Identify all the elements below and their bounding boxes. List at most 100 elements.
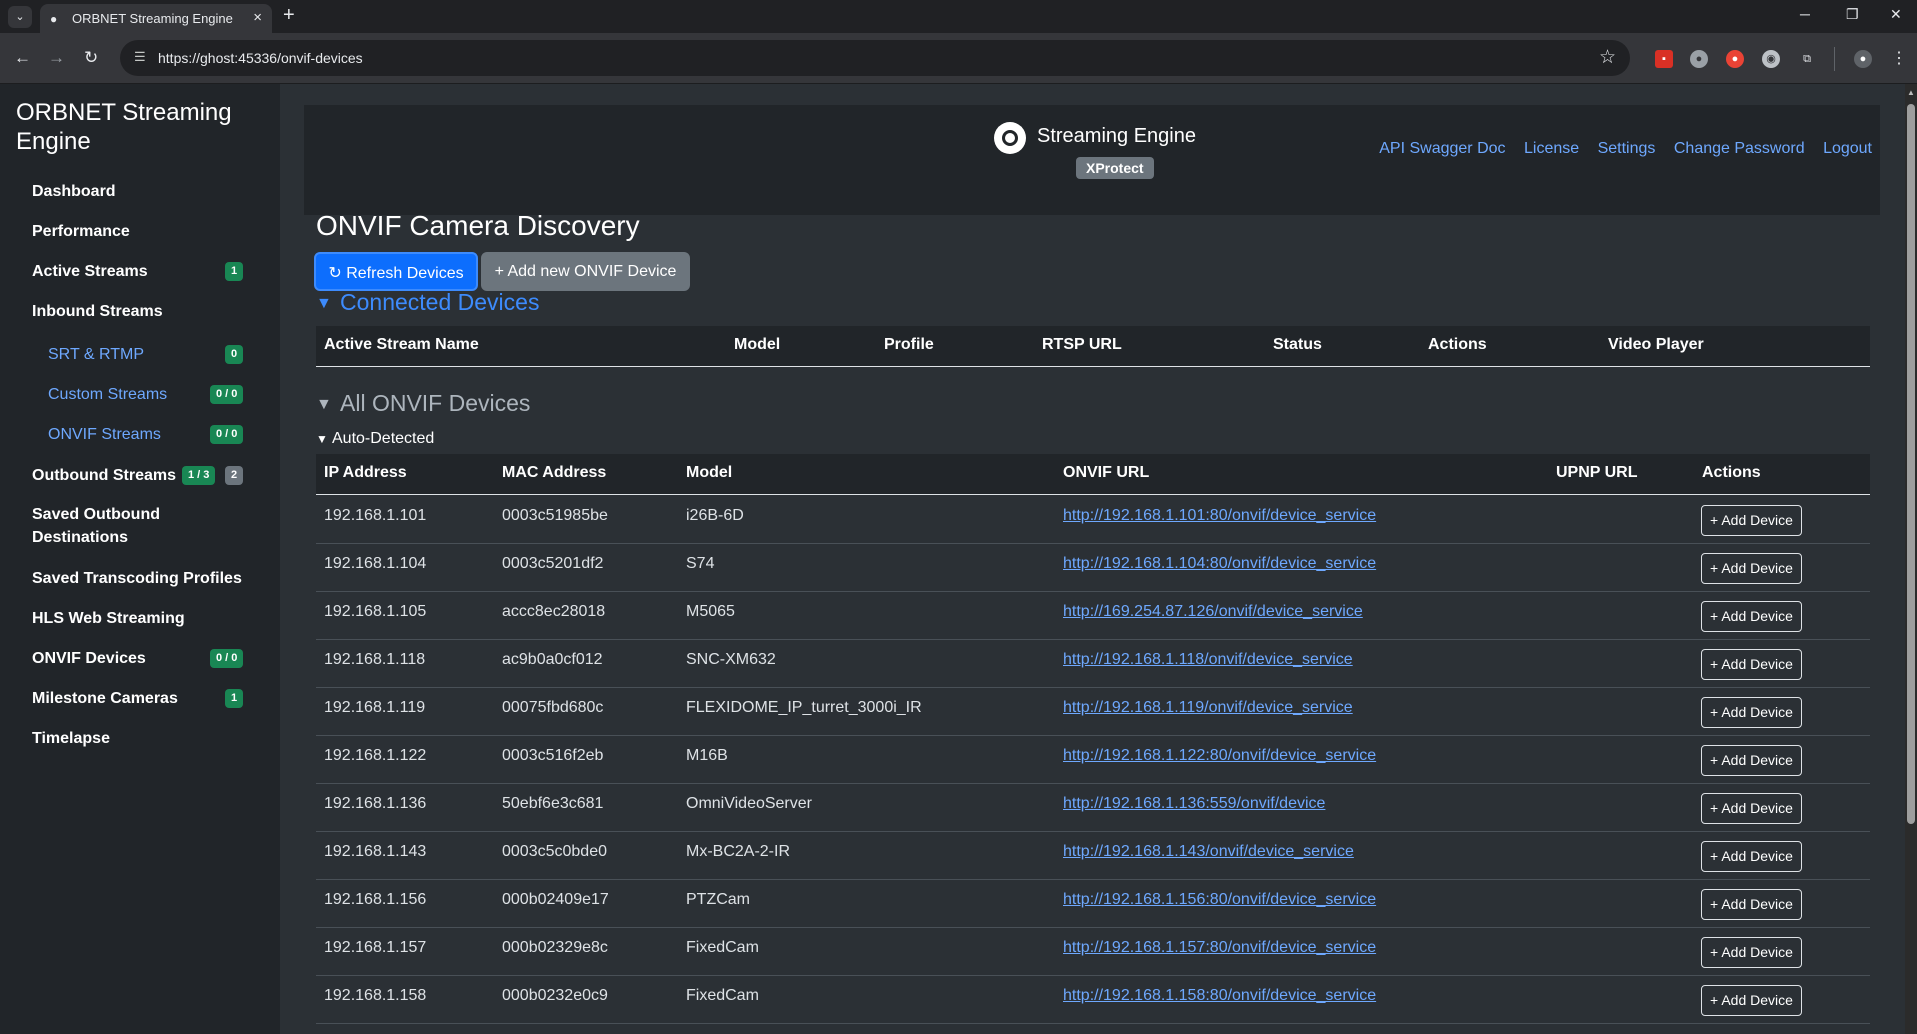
cell-mac: ac9b0a0cf012 (502, 651, 603, 668)
tab-search-chevron-icon[interactable]: ⌄ (8, 6, 32, 28)
browser-menu-icon[interactable]: ⋮ (1890, 50, 1908, 68)
sidebar-item-onvif-devices[interactable]: ONVIF Devices 0 / 0 (32, 647, 248, 670)
sidebar-item-onvif-streams[interactable]: ONVIF Streams 0 / 0 (48, 425, 248, 445)
browser-tab-active[interactable]: ● ORBNET Streaming Engine × (40, 4, 272, 33)
toolbar-separator (1834, 47, 1835, 71)
cell-onvif-url-link[interactable]: http://192.168.1.136:559/onvif/device (1063, 795, 1325, 813)
cell-mac: 000b0232e0c9 (502, 987, 608, 1004)
connected-devices-toggle[interactable]: ▼ Connected Devices (316, 288, 539, 318)
cell-onvif-url-link[interactable]: http://192.168.1.156:80/onvif/device_ser… (1063, 891, 1376, 909)
expanded-triangle-icon: ▼ (316, 295, 332, 312)
header-links: API Swagger Doc License Settings Change … (1365, 140, 1872, 158)
cell-ip: 192.168.1.118 (324, 651, 426, 668)
close-window-icon[interactable]: ✕ (1890, 6, 1902, 23)
col-actions: Actions (1428, 336, 1487, 353)
cell-onvif-url-link[interactable]: http://192.168.1.101:80/onvif/device_ser… (1063, 507, 1376, 525)
minimize-icon[interactable]: ─ (1800, 6, 1810, 22)
cell-mac: accc8ec28018 (502, 603, 606, 620)
add-device-button[interactable]: + Add Device (1701, 745, 1802, 776)
tab-close-icon[interactable]: × (253, 9, 262, 26)
outbound-streams-badge: 1 / 3 (182, 466, 216, 485)
scroll-up-arrow-icon[interactable]: ▲ (1907, 88, 1915, 97)
sidebar-item-inbound-streams[interactable]: Inbound Streams (32, 300, 248, 323)
auto-detected-toggle[interactable]: ▼ Auto-Detected (316, 430, 434, 448)
sidebar-item-performance[interactable]: Performance (32, 220, 248, 243)
sidebar-brand[interactable]: ORBNET Streaming Engine (16, 98, 266, 156)
table-row: 192.168.1.104 0003c5201df2 S74 http://19… (316, 544, 1870, 592)
back-arrow-icon[interactable]: ← (14, 48, 31, 68)
table-row: 192.168.1.143 0003c5c0bde0 Mx-BC2A-2-IR … (316, 832, 1870, 880)
new-tab-plus-icon[interactable]: + (283, 4, 295, 27)
extensions-puzzle-icon[interactable]: ⧉ (1798, 50, 1816, 68)
scrollbar-thumb[interactable] (1907, 104, 1915, 824)
sidebar-item-saved-transcoding-profiles[interactable]: Saved Transcoding Profiles (32, 567, 248, 590)
cell-ip: 192.168.1.158 (324, 987, 427, 1004)
add-device-button[interactable]: + Add Device (1701, 505, 1802, 536)
sidebar-item-srt-rtmp[interactable]: SRT & RTMP 0 (48, 345, 248, 365)
table-row: 192.168.1.105 accc8ec28018 M5065 http://… (316, 592, 1870, 640)
cell-mac: 00075fbd680c (502, 699, 604, 716)
cell-onvif-url-link[interactable]: http://169.254.87.126/onvif/device_servi… (1063, 603, 1363, 621)
main-content: Streaming Engine XProtect API Swagger Do… (280, 84, 1897, 1034)
cell-ip: 192.168.1.143 (324, 843, 427, 860)
add-device-button[interactable]: + Add Device (1701, 601, 1802, 632)
restore-icon[interactable]: ❐ (1846, 6, 1859, 23)
add-device-button[interactable]: + Add Device (1701, 649, 1802, 680)
sidebar-item-hls-web-streaming[interactable]: HLS Web Streaming (32, 607, 248, 630)
onvif-devices-badge: 0 / 0 (210, 649, 244, 668)
all-onvif-devices-toggle[interactable]: ▼ All ONVIF Devices (316, 389, 530, 419)
cell-onvif-url-link[interactable]: http://192.168.1.143/onvif/device_servic… (1063, 843, 1354, 861)
forward-arrow-icon[interactable]: → (48, 48, 65, 68)
add-device-button[interactable]: + Add Device (1701, 553, 1802, 584)
table-row: 192.168.1.101 0003c51985be i26B-6D http:… (316, 496, 1870, 544)
reload-icon[interactable]: ↻ (84, 48, 98, 68)
add-device-button[interactable]: + Add Device (1701, 937, 1802, 968)
cell-onvif-url-link[interactable]: http://192.168.1.157:80/onvif/device_ser… (1063, 939, 1376, 957)
col-mac-address: MAC Address (502, 464, 607, 481)
add-onvif-device-button[interactable]: + Add new ONVIF Device (481, 252, 690, 291)
table-row: 192.168.1.157 000b02329e8c FixedCam http… (316, 928, 1870, 976)
sidebar-item-timelapse[interactable]: Timelapse (32, 727, 248, 750)
address-bar[interactable]: ☰ https://ghost:45336/onvif-devices ☆ (120, 40, 1630, 76)
sidebar-item-saved-outbound-destinations[interactable]: Saved Outbound Destinations (32, 503, 212, 549)
cell-onvif-url-link[interactable]: http://192.168.1.122:80/onvif/device_ser… (1063, 747, 1376, 765)
page-scrollbar[interactable]: ▲ (1905, 84, 1917, 1034)
cell-ip: 192.168.1.101 (324, 507, 427, 524)
sidebar-item-milestone-cameras[interactable]: Milestone Cameras 1 (32, 687, 248, 710)
refresh-devices-button[interactable]: ↻ Refresh Devices (314, 252, 478, 291)
app-header: Streaming Engine XProtect API Swagger Do… (304, 105, 1880, 215)
onvif-streams-badge: 0 / 0 (210, 425, 244, 444)
sidebar-item-custom-streams[interactable]: Custom Streams 0 / 0 (48, 385, 248, 405)
link-api-swagger-doc[interactable]: API Swagger Doc (1379, 140, 1505, 157)
cell-model: Mx-BC2A-2-IR (686, 843, 791, 860)
add-device-button[interactable]: + Add Device (1701, 697, 1802, 728)
cell-onvif-url-link[interactable]: http://192.168.1.104:80/onvif/device_ser… (1063, 555, 1376, 573)
bookmark-star-icon[interactable]: ☆ (1599, 46, 1616, 69)
site-info-icon[interactable]: ☰ (134, 49, 146, 65)
profile-avatar-icon[interactable]: ● (1854, 50, 1872, 68)
extension-grey-icon[interactable]: ● (1690, 50, 1708, 68)
table-row: 192.168.1.118 ac9b0a0cf012 SNC-XM632 htt… (316, 640, 1870, 688)
cell-onvif-url-link[interactable]: http://192.168.1.119/onvif/device_servic… (1063, 699, 1353, 717)
link-logout[interactable]: Logout (1823, 140, 1872, 157)
cell-onvif-url-link[interactable]: http://192.168.1.118/onvif/device_servic… (1063, 651, 1353, 669)
add-device-button[interactable]: + Add Device (1701, 793, 1802, 824)
cell-ip: 192.168.1.157 (324, 939, 427, 956)
browser-tabstrip: ⌄ ● ORBNET Streaming Engine × + ─ ❐ ✕ (0, 0, 1917, 33)
extension-red-icon[interactable]: ▪ (1655, 50, 1673, 68)
add-device-button[interactable]: + Add Device (1701, 841, 1802, 872)
link-settings[interactable]: Settings (1598, 140, 1656, 157)
cell-ip: 192.168.1.104 (324, 555, 427, 572)
extension-shield-icon[interactable]: ● (1726, 50, 1744, 68)
sidebar-item-dashboard[interactable]: Dashboard (32, 180, 248, 203)
add-device-button[interactable]: + Add Device (1701, 889, 1802, 920)
milestone-cameras-badge: 1 (225, 689, 244, 708)
address-bar-url[interactable]: https://ghost:45336/onvif-devices (158, 50, 363, 66)
extension-globe-icon[interactable]: ◉ (1762, 50, 1780, 68)
add-device-button[interactable]: + Add Device (1701, 985, 1802, 1016)
link-license[interactable]: License (1524, 140, 1579, 157)
sidebar-item-active-streams[interactable]: Active Streams 1 (32, 260, 248, 283)
sidebar-item-outbound-streams[interactable]: Outbound Streams 1 / 3 2 (32, 464, 248, 487)
link-change-password[interactable]: Change Password (1674, 140, 1805, 157)
cell-onvif-url-link[interactable]: http://192.168.1.158:80/onvif/device_ser… (1063, 987, 1376, 1005)
